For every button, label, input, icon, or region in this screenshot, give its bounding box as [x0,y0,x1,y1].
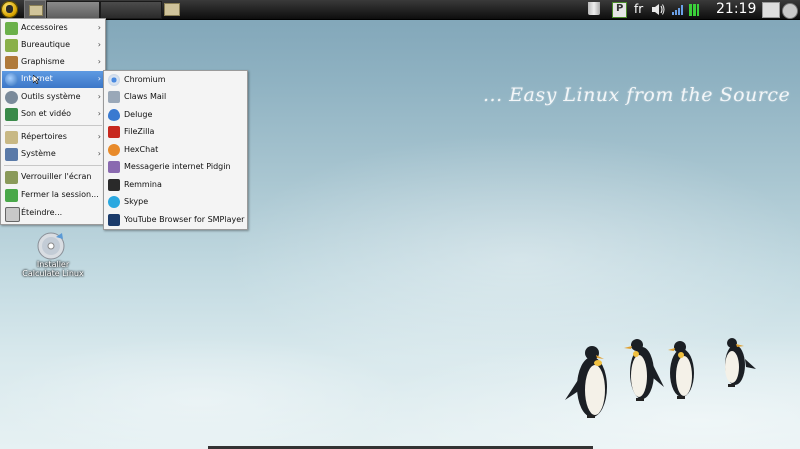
menu-item-systeme[interactable]: Système › [2,146,104,163]
submenu-item-claws-mail[interactable]: Claws Mail [105,89,246,106]
submenu-arrow-icon: › [97,40,101,49]
office-icon [5,39,18,52]
claws-mail-icon [108,91,120,103]
power-icon[interactable] [782,3,798,19]
wallpaper-tagline: ... Easy Linux from the Source [483,84,791,106]
submenu-arrow-icon: › [97,74,101,83]
battery-icon[interactable] [688,2,700,17]
taskbar-button[interactable] [100,1,162,19]
submenu-item-skype[interactable]: Skype [105,194,246,211]
menu-item-graphisme[interactable]: Graphisme › [2,54,104,71]
menu-separator [4,165,102,166]
folder-icon[interactable] [164,3,180,16]
menu-item-repertoires[interactable]: Répertoires › [2,129,104,146]
logout-icon [5,189,18,202]
application-menu: Accessoires › Bureautique › Graphisme › … [0,18,106,225]
smplayer-youtube-icon [108,214,120,226]
submenu-arrow-icon: › [97,109,101,118]
install-icon-label[interactable]: Installer Calculate Linux [18,260,88,278]
menu-item-son-et-video[interactable]: Son et vidéo › [2,106,104,123]
submenu-item-deluge[interactable]: Deluge [105,107,246,124]
folders-icon [5,131,18,144]
lock-screen-icon [5,171,18,184]
folder-icon [29,5,43,16]
submenu-item-filezilla[interactable]: FileZilla [105,124,246,141]
submenu-arrow-icon: › [97,57,101,66]
penguins-image [565,338,756,418]
internet-globe-icon [5,73,18,86]
graphics-icon [5,56,18,69]
accessories-icon [5,22,18,35]
deluge-icon [108,109,120,121]
shutdown-icon [5,207,20,222]
file-manager-launcher[interactable] [24,0,46,19]
internet-submenu: Chromium Claws Mail Deluge FileZilla Hex… [103,70,248,230]
system-icon [5,148,18,161]
submenu-arrow-icon: › [97,149,101,158]
menu-item-accessoires[interactable]: Accessoires › [2,20,104,37]
submenu-item-youtube-smplayer[interactable]: YouTube Browser for SMPlayer [105,212,246,229]
chromium-icon [108,74,120,86]
submenu-item-remmina[interactable]: Remmina [105,177,246,194]
skype-icon [108,196,120,208]
sound-video-icon [5,108,18,121]
pidgin-tray-icon[interactable] [612,2,627,18]
clock[interactable]: 21:19 [716,1,756,17]
show-desktop-icon[interactable] [762,2,780,18]
filezilla-icon [108,126,120,138]
submenu-arrow-icon: › [97,23,101,32]
submenu-item-pidgin[interactable]: Messagerie internet Pidgin [105,159,246,176]
submenu-arrow-icon: › [97,92,101,101]
submenu-arrow-icon: › [97,132,101,141]
volume-icon[interactable] [651,3,665,16]
keyboard-layout-indicator[interactable]: fr [634,2,643,16]
menu-item-lock-screen[interactable]: Verrouiller l'écran [2,169,104,186]
submenu-item-chromium[interactable]: Chromium [105,72,246,89]
taskbar-button[interactable] [46,1,100,19]
menu-separator [4,125,102,126]
remmina-icon [108,179,120,191]
submenu-item-hexchat[interactable]: HexChat [105,142,246,159]
network-icon[interactable] [671,4,685,16]
menu-item-outils-systeme[interactable]: Outils système › [2,89,104,106]
install-disc-icon[interactable] [36,231,66,261]
menu-item-internet[interactable]: Internet › [2,71,104,88]
system-tools-icon [5,91,18,104]
menu-item-shutdown[interactable]: Éteindre... [2,205,104,222]
pidgin-icon [108,161,120,173]
trash-icon[interactable] [588,2,600,15]
hexchat-icon [108,144,120,156]
mouse-cursor-icon [33,75,39,84]
start-menu-button[interactable] [1,1,18,18]
top-panel: fr 21:19 [0,0,800,20]
menu-item-logout[interactable]: Fermer la session... [2,187,104,204]
menu-item-bureautique[interactable]: Bureautique › [2,37,104,54]
